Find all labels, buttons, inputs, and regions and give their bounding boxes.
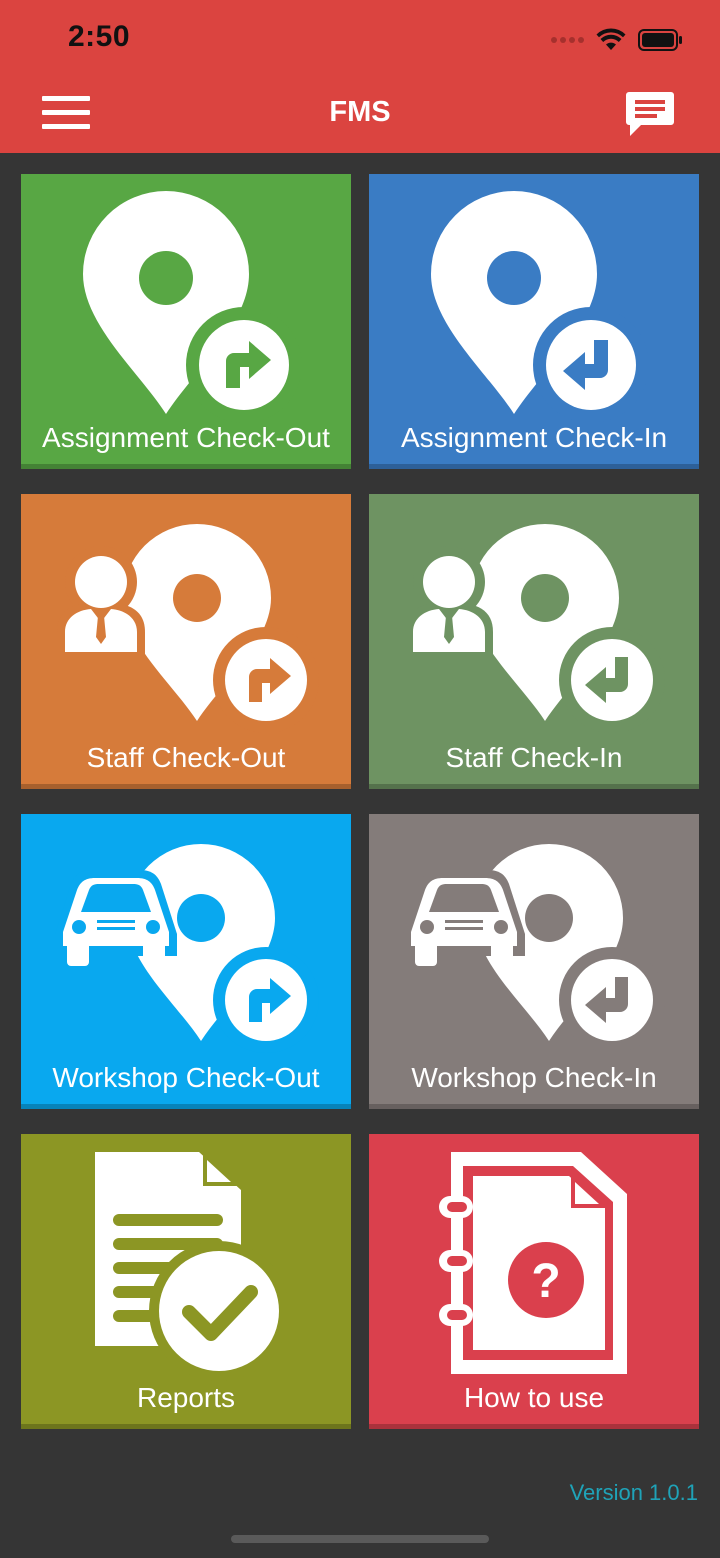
chat-message-icon xyxy=(626,92,674,136)
location-pin-arrow-in-icon xyxy=(431,191,649,423)
svg-text:?: ? xyxy=(531,1255,560,1308)
location-pin-arrow-out-icon xyxy=(83,191,302,423)
messages-button[interactable] xyxy=(622,88,678,140)
page-title: FMS xyxy=(329,96,391,128)
car-pin-arrow-out-icon xyxy=(55,844,319,1053)
wifi-icon xyxy=(596,28,626,50)
version-label: Version 1.0.1 xyxy=(569,1480,698,1505)
workshop-check-out-tile[interactable]: Workshop Check-Out xyxy=(21,814,351,1109)
tile-label: Reports xyxy=(136,1382,236,1413)
tile-label: Staff Check-In xyxy=(445,742,623,773)
app-header: 2:50 FMS xyxy=(0,0,720,153)
tile-label: Assignment Check-Out xyxy=(42,422,330,453)
app-screen: 2:50 FMS Assignment Check-Out Assignment… xyxy=(0,0,720,1558)
car-pin-arrow-in-icon xyxy=(403,844,665,1053)
tile-label: Workshop Check-Out xyxy=(52,1062,320,1093)
tile-label: How to use xyxy=(463,1382,605,1413)
reports-tile[interactable]: Reports xyxy=(21,1134,351,1429)
report-document-check-icon xyxy=(95,1152,289,1381)
workshop-check-in-tile[interactable]: Workshop Check-In xyxy=(369,814,699,1109)
assignment-check-in-tile[interactable]: Assignment Check-In xyxy=(369,174,699,469)
tile-label: Assignment Check-In xyxy=(400,422,668,453)
hamburger-menu-icon xyxy=(42,96,90,129)
status-time: 2:50 xyxy=(68,20,131,53)
staff-check-in-tile[interactable]: Staff Check-In xyxy=(369,494,699,789)
signal-dots-icon xyxy=(551,37,584,43)
how-to-use-tile[interactable]: ? How to use xyxy=(369,1134,699,1429)
status-indicators xyxy=(550,26,684,54)
battery-icon xyxy=(638,29,682,51)
help-notebook-icon: ? xyxy=(439,1152,627,1374)
menu-button[interactable] xyxy=(36,90,96,136)
tile-label: Staff Check-Out xyxy=(86,742,286,773)
tile-label: Workshop Check-In xyxy=(411,1062,657,1093)
staff-pin-arrow-out-icon xyxy=(57,524,319,733)
assignment-check-out-tile[interactable]: Assignment Check-Out xyxy=(21,174,351,469)
home-indicator[interactable] xyxy=(231,1535,489,1543)
staff-pin-arrow-in-icon xyxy=(405,524,665,733)
staff-check-out-tile[interactable]: Staff Check-Out xyxy=(21,494,351,789)
